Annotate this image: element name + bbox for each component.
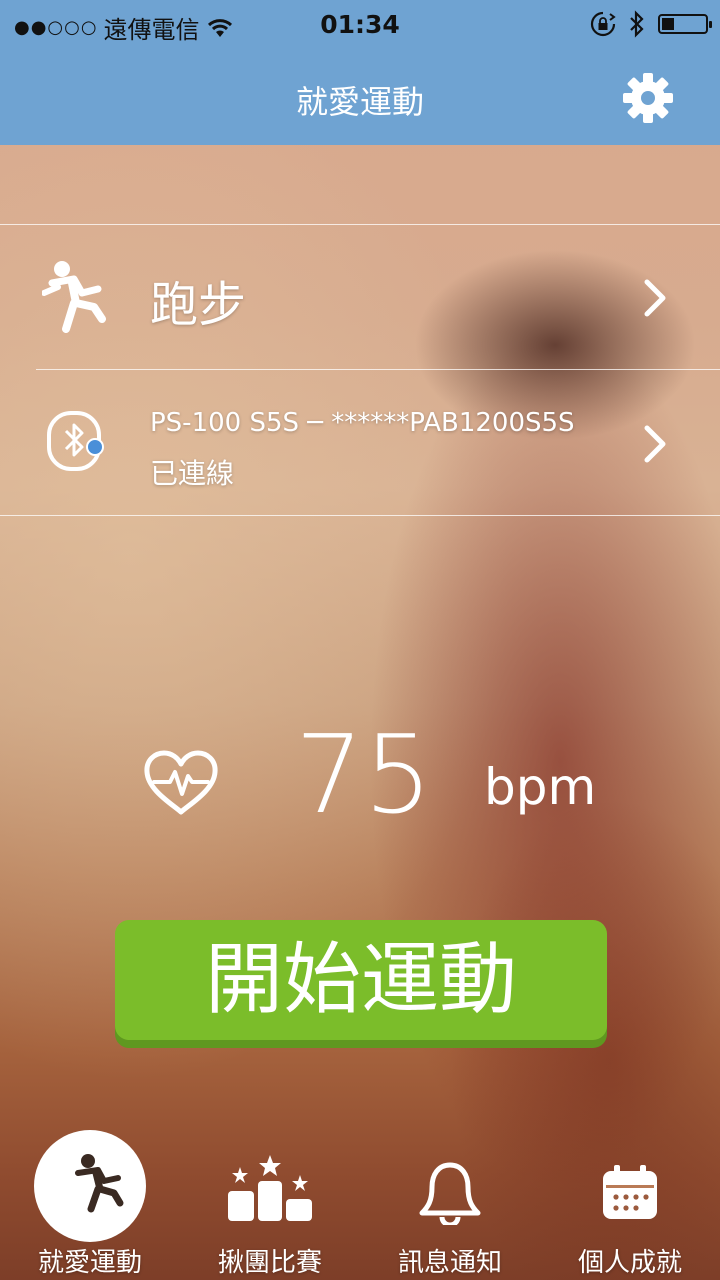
rotation-lock-icon (590, 11, 616, 37)
chevron-right-icon (644, 279, 666, 317)
bluetooth-device-icon (47, 411, 104, 471)
tab-bar: 就愛運動 揪團比賽 訊息通知 個人成就 (0, 1125, 720, 1280)
runner-icon (75, 1154, 124, 1213)
device-row[interactable]: PS-100 S5S ─ ******PAB1200S5S 已連線 (0, 370, 720, 516)
page-title: 就愛運動 (295, 83, 424, 121)
calendar-icon (603, 1165, 657, 1219)
tab-label: 個人成就 (577, 1248, 682, 1278)
chevron-right-icon (644, 425, 666, 463)
heart-rate-unit: bpm (484, 758, 597, 816)
nav-bar: 就愛運動 (0, 50, 720, 145)
podium-stars-icon (228, 1155, 312, 1221)
battery-icon (658, 14, 712, 34)
tab-group-race[interactable]: 揪團比賽 (180, 1125, 360, 1280)
activity-row[interactable]: 跑步 (0, 225, 720, 370)
status-right (590, 10, 712, 38)
heart-rate-icon (144, 750, 218, 815)
runner-icon (42, 261, 106, 333)
tab-label: 就愛運動 (37, 1248, 142, 1278)
activity-label: 跑步 (150, 277, 247, 333)
tab-notifications[interactable]: 訊息通知 (360, 1125, 540, 1280)
heart-rate-value: 75 (295, 713, 433, 838)
start-exercise-button[interactable]: 開始運動 (115, 920, 607, 1040)
tab-sports[interactable]: 就愛運動 (0, 1125, 180, 1280)
tab-label: 訊息通知 (397, 1248, 502, 1278)
background-image (0, 0, 720, 1280)
bell-icon (419, 1162, 481, 1225)
tab-achievements[interactable]: 個人成就 (540, 1125, 720, 1280)
device-name: PS-100 S5S ─ ******PAB1200S5S (150, 408, 575, 438)
status-bar: ●●○○○ 遠傳電信 01:34 (0, 0, 720, 50)
settings-gear-icon[interactable] (622, 72, 674, 124)
tab-label: 揪團比賽 (217, 1248, 322, 1278)
device-status: 已連線 (150, 457, 235, 490)
bluetooth-status-icon (630, 10, 644, 38)
